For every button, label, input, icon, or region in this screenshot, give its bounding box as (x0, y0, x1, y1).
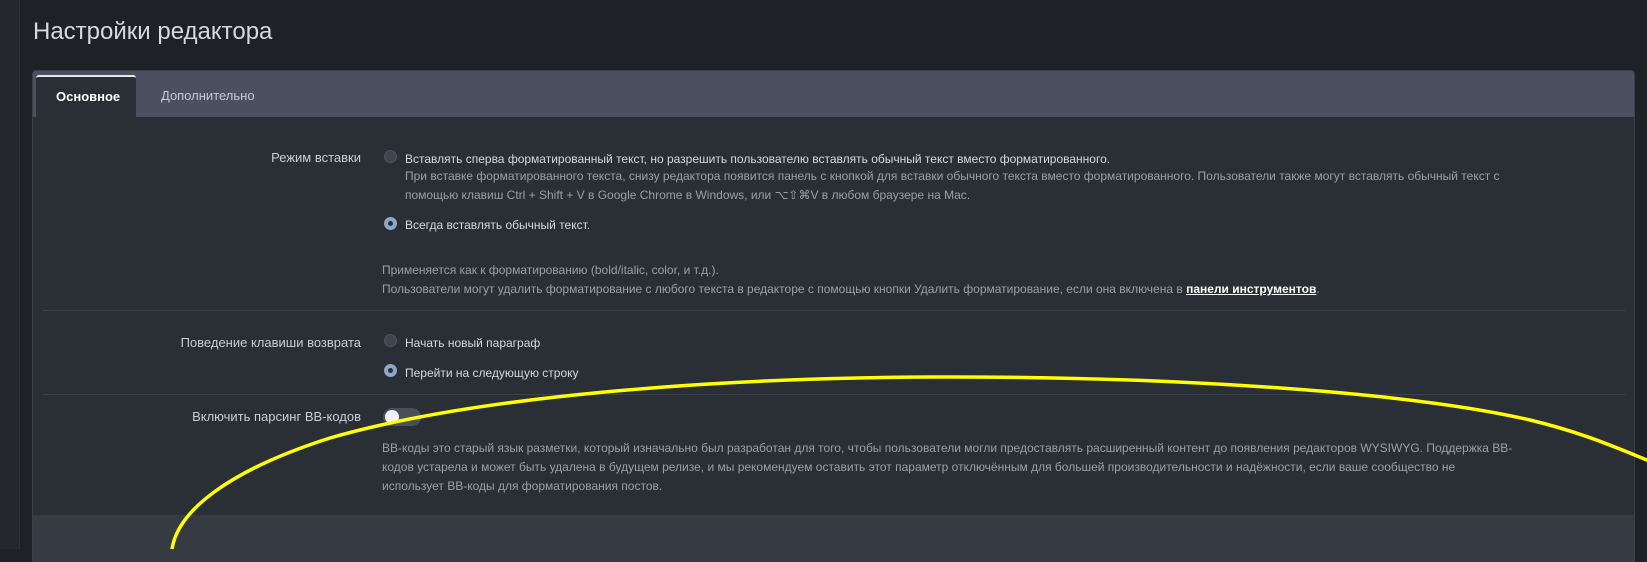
paste-mode-note-line-1: Применяется как к форматированию (bold/i… (382, 263, 719, 277)
paste-mode-note-text: Пользователи могут удалить форматировани… (382, 282, 1187, 296)
return-key-paragraph-option[interactable]: Начать новый параграф (405, 336, 540, 350)
paste-mode-plain-radio[interactable] (384, 217, 397, 230)
toolbar-link[interactable]: панели инструментов (1186, 282, 1316, 296)
page-title: Настройки редактора (33, 18, 273, 45)
bbcode-help-line-3: использует BB-коды для форматирования по… (382, 479, 663, 493)
paste-mode-plain-option[interactable]: Всегда вставлять обычный текст. (405, 218, 590, 232)
form-footer-bar (33, 515, 1634, 561)
paste-mode-note: Применяется как к форматированию (bold/i… (382, 261, 1320, 299)
paste-mode-note-line-2: Пользователи могут удалить форматировани… (382, 280, 1320, 299)
tab-basic[interactable]: Основное (36, 75, 136, 117)
return-key-linebreak-radio[interactable] (384, 364, 397, 377)
paste-mode-formatted-radio[interactable] (384, 150, 397, 163)
paste-mode-help-line-2: помощью клавиш Ctrl + Shift + V в Google… (405, 188, 971, 202)
tab-bar: Основное Дополнительно (33, 71, 1634, 117)
bbcode-label: Включить парсинг BB-кодов (192, 409, 361, 424)
return-key-label: Поведение клавиши возврата (180, 335, 361, 350)
paste-mode-note-end: . (1316, 282, 1320, 296)
left-sidebar-strip (0, 0, 20, 549)
bbcode-toggle[interactable] (383, 408, 421, 426)
toggle-knob (385, 410, 399, 424)
settings-panel: Основное Дополнительно Режим вставки Вст… (32, 70, 1635, 562)
paste-mode-formatted-help: При вставке форматированного текста, сни… (405, 167, 1500, 205)
bbcode-help-line-2: кодов устарела и может быть удалена в бу… (382, 460, 1456, 474)
return-key-linebreak-option[interactable]: Перейти на следующую строку (405, 366, 579, 380)
bbcode-help: BB-коды это старый язык разметки, которы… (382, 439, 1552, 496)
divider (43, 394, 1625, 395)
bbcode-help-line-1: BB-коды это старый язык разметки, которы… (382, 441, 1513, 455)
return-key-paragraph-radio[interactable] (384, 334, 397, 347)
paste-mode-label: Режим вставки (271, 150, 361, 165)
tab-advanced[interactable]: Дополнительно (139, 75, 277, 117)
paste-mode-formatted-option[interactable]: Вставлять сперва форматированный текст, … (405, 152, 1110, 166)
divider (43, 310, 1625, 311)
paste-mode-help-line-1: При вставке форматированного текста, сни… (405, 169, 1500, 183)
